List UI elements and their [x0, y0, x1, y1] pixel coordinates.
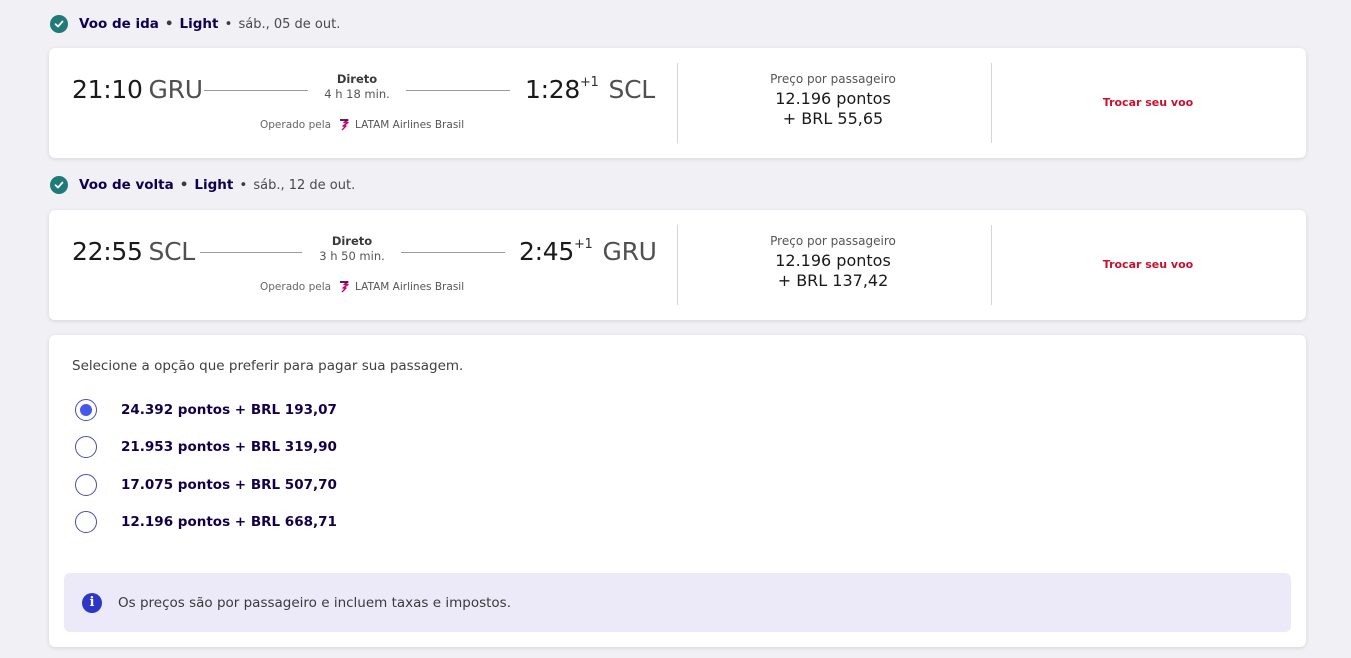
- price-label: Preço por passageiro: [770, 72, 896, 86]
- separator-dot: •: [164, 16, 174, 32]
- page: Voo de ida • Light • sáb., 05 de out. 21…: [0, 0, 1351, 658]
- outbound-label: Voo de ida: [79, 16, 159, 32]
- departure-airport: GRU: [148, 75, 203, 104]
- stops-info: Direto 4 h 18 min.: [302, 72, 412, 101]
- route-line: [204, 90, 308, 91]
- outbound-date: sáb., 05 de out.: [238, 16, 341, 32]
- latam-logo-icon: [339, 119, 349, 131]
- airline-name: LATAM Airlines Brasil: [355, 281, 465, 293]
- return-flight-card: 22:55 SCL Direto 3 h 50 min. 2:45+1 GRU Op…: [49, 210, 1306, 320]
- route-line: [406, 90, 510, 91]
- check-circle-icon: [50, 176, 68, 194]
- payment-title: Selecione a opção que preferir para paga…: [72, 358, 464, 374]
- day-offset: +1: [579, 74, 599, 90]
- outbound-header: Voo de ida • Light • sáb., 05 de out.: [50, 14, 340, 34]
- outbound-flight-card: 21:10 GRU Direto 4 h 18 min. 1:28+1 SCL Op…: [49, 48, 1306, 158]
- radio-button[interactable]: [75, 474, 97, 496]
- payment-option-label: 24.392 pontos + BRL 193,07: [121, 402, 337, 418]
- operated-by-label: Operado pela: [260, 119, 332, 131]
- arrival-airport: GRU: [602, 237, 657, 266]
- price-points: 12.196 pontos: [775, 251, 891, 270]
- separator-dot: •: [179, 177, 189, 193]
- route-line: [200, 252, 302, 253]
- change-flight-link[interactable]: Trocar seu voo: [1048, 258, 1248, 271]
- info-text: Os preços são por passageiro e incluem t…: [118, 594, 511, 611]
- radio-button[interactable]: [75, 436, 97, 458]
- return-header: Voo de volta • Light • sáb., 12 de out.: [50, 175, 355, 195]
- departure-time: 21:10 GRU: [72, 75, 203, 104]
- operated-by: Operado pela LATAM Airlines Brasil: [260, 119, 464, 131]
- payment-option[interactable]: 12.196 pontos + BRL 668,71: [75, 511, 337, 533]
- stops-label: Direto: [331, 234, 373, 248]
- payment-option-label: 12.196 pontos + BRL 668,71: [121, 514, 337, 530]
- route-line: [401, 252, 505, 253]
- return-date: sáb., 12 de out.: [253, 177, 356, 193]
- payment-option-label: 21.953 pontos + BRL 319,90: [121, 439, 337, 455]
- separator-dot: •: [224, 16, 233, 32]
- separator-dot: •: [239, 177, 248, 193]
- radio-button-selected[interactable]: [75, 399, 97, 421]
- info-notice: i Os preços são por passageiro e incluem…: [64, 573, 1291, 632]
- day-offset: +1: [573, 236, 593, 252]
- departure-airport: SCL: [148, 237, 196, 266]
- departure-time: 22:55 SCL: [72, 237, 195, 266]
- duration-label: 4 h 18 min.: [324, 87, 390, 101]
- price-per-passenger: Preço por passageiro 12.196 pontos + BRL…: [678, 72, 988, 128]
- radio-button[interactable]: [75, 511, 97, 533]
- price-points: 12.196 pontos: [775, 89, 891, 108]
- operated-by-label: Operado pela: [260, 281, 332, 293]
- outbound-fare: Light: [179, 16, 219, 32]
- departure-time-value: 22:55: [72, 237, 143, 266]
- return-fare: Light: [194, 177, 234, 193]
- airline-name: LATAM Airlines Brasil: [355, 119, 465, 131]
- stops-label: Direto: [336, 72, 378, 86]
- price-label: Preço por passageiro: [770, 234, 896, 248]
- price-brl: + BRL 55,65: [782, 109, 884, 128]
- payment-options-card: Selecione a opção que preferir para paga…: [49, 335, 1306, 647]
- payment-option-label: 17.075 pontos + BRL 507,70: [121, 477, 337, 493]
- departure-time-value: 21:10: [72, 75, 143, 104]
- arrival-time-value: 2:45: [519, 237, 574, 266]
- price-per-passenger: Preço por passageiro 12.196 pontos + BRL…: [678, 234, 988, 290]
- divider: [991, 225, 992, 305]
- stops-info: Direto 3 h 50 min.: [297, 234, 407, 263]
- change-flight-link[interactable]: Trocar seu voo: [1048, 96, 1248, 109]
- operated-by: Operado pela LATAM Airlines Brasil: [260, 281, 464, 293]
- payment-option[interactable]: 17.075 pontos + BRL 507,70: [75, 474, 337, 496]
- info-icon: i: [82, 592, 102, 613]
- arrival-time: 2:45+1 GRU: [519, 237, 657, 266]
- payment-option[interactable]: 24.392 pontos + BRL 193,07: [75, 399, 337, 421]
- return-label: Voo de volta: [79, 177, 174, 193]
- latam-logo-icon: [339, 281, 349, 293]
- duration-label: 3 h 50 min.: [319, 249, 385, 263]
- arrival-time: 1:28+1 SCL: [525, 75, 655, 104]
- check-circle-icon: [50, 15, 68, 33]
- payment-option[interactable]: 21.953 pontos + BRL 319,90: [75, 436, 337, 458]
- arrival-airport: SCL: [608, 75, 656, 104]
- price-brl: + BRL 137,42: [777, 271, 889, 290]
- arrival-time-value: 1:28: [525, 75, 580, 104]
- divider: [991, 63, 992, 143]
